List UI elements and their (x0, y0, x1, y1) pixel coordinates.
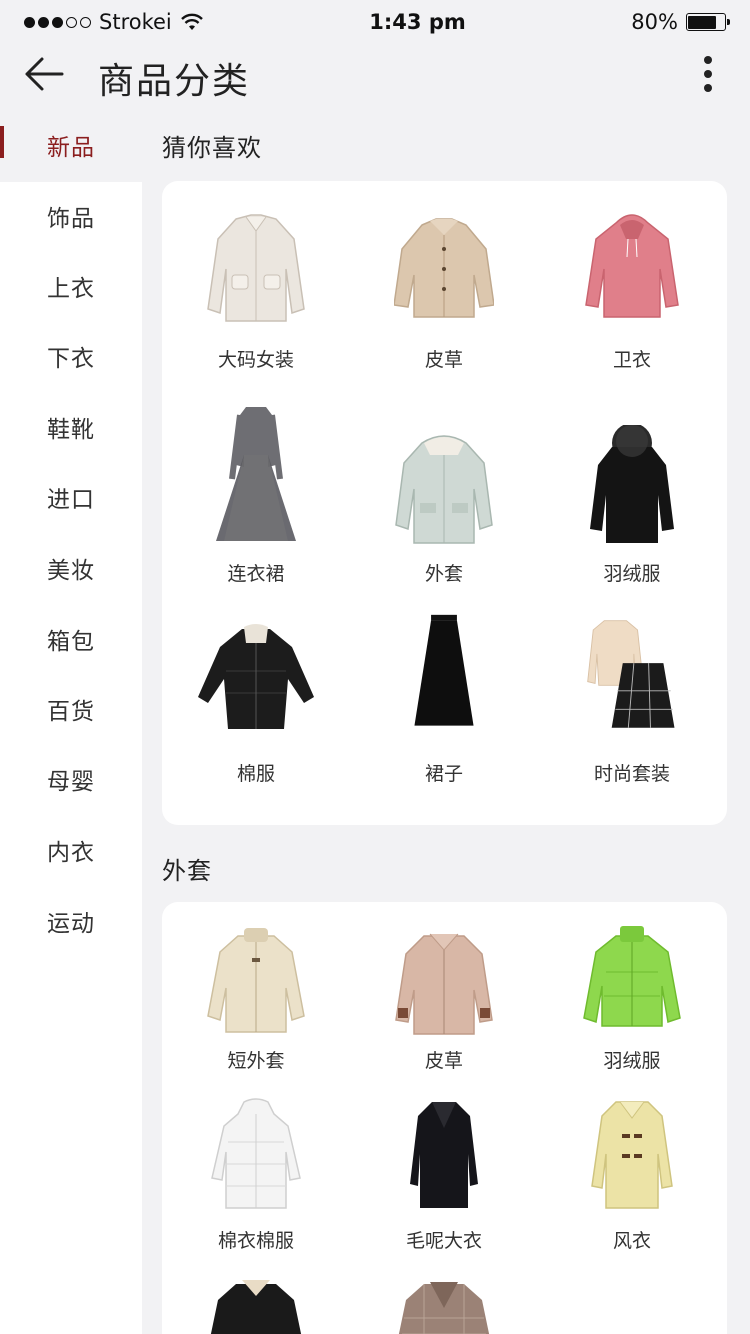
tile-label: 卫衣 (612, 349, 651, 371)
status-time: 1:43 pm (369, 10, 466, 34)
category-tile[interactable]: 棉衣棉服 (162, 1092, 350, 1272)
black-wool-coat-image (410, 1102, 478, 1208)
sidebar-item-new[interactable]: 新品 (0, 110, 142, 180)
battery-level (688, 15, 717, 29)
beige-fur-jacket-image (394, 218, 494, 318)
status-right: 80% (631, 10, 730, 34)
tile-label: 羽绒服 (603, 1050, 661, 1072)
recommended-card: 大码女装 皮草 卫衣 连衣裙 外套 羽绒服 棉服 裙子 时尚套装 (162, 181, 727, 825)
category-tile[interactable]: 外套 (350, 395, 538, 595)
carrier-name: Strokei (99, 10, 172, 34)
sidebar-item-shoes[interactable]: 鞋靴 (0, 392, 142, 462)
category-tile[interactable]: 羽绒服 (538, 902, 726, 1082)
black-skirt-image (414, 614, 474, 726)
category-tile[interactable]: 棉服 (162, 595, 350, 795)
pink-hoodie-image (585, 214, 679, 318)
category-tile[interactable]: 毛呢大衣 (350, 1092, 538, 1272)
sidebar-item-baby[interactable]: 母婴 (0, 744, 142, 814)
sidebar-item-tops[interactable]: 上衣 (0, 251, 142, 321)
category-tile[interactable]: 卫衣 (538, 181, 726, 381)
tile-label: 短外套 (227, 1050, 285, 1072)
tile-label: 裙子 (424, 763, 463, 785)
category-tile[interactable]: 大码女装 (162, 181, 350, 381)
category-tile[interactable]: 时尚套装 (538, 595, 726, 795)
category-tile[interactable]: 裙子 (350, 595, 538, 795)
tile-label: 棉服 (236, 763, 275, 785)
sidebar-item-imports[interactable]: 进口 (0, 462, 142, 532)
battery-icon (685, 13, 730, 31)
white-long-puffer-image (211, 1098, 301, 1209)
category-tile[interactable]: 皮草 (350, 181, 538, 381)
category-tile[interactable]: 短外套 (162, 902, 350, 1082)
sidebar-item-bottoms[interactable]: 下衣 (0, 321, 142, 391)
category-tile[interactable]: 风衣 (538, 1092, 726, 1272)
more-menu-icon[interactable] (702, 54, 714, 94)
cream-coat-image (207, 214, 305, 322)
sidebar-item-general[interactable]: 百货 (0, 674, 142, 744)
beige-trench-image (591, 1101, 673, 1209)
black-puffer-image (198, 624, 314, 729)
grey-dress-image (216, 407, 296, 541)
tile-label: 连衣裙 (227, 563, 285, 585)
outerwear-card: 短外套 皮草 羽绒服 棉衣棉服 毛呢大衣 风衣 (162, 902, 727, 1334)
sidebar-item-bags[interactable]: 箱包 (0, 604, 142, 674)
category-tile[interactable] (162, 1272, 350, 1334)
category-tile[interactable]: 连衣裙 (162, 395, 350, 595)
tile-label: 大码女装 (217, 349, 294, 371)
category-sidebar: 新品 饰品 上衣 下衣 鞋靴 进口 美妆 箱包 百货 母婴 内衣 运动 (0, 110, 142, 1334)
tile-label: 毛呢大衣 (405, 1230, 482, 1252)
cream-short-jacket-image (207, 928, 305, 1033)
tile-label: 皮草 (424, 1050, 463, 1072)
sidebar-item-beauty[interactable]: 美妆 (0, 533, 142, 603)
leather-jacket-image (210, 1280, 302, 1334)
sweater-skirt-set-image (587, 620, 675, 728)
tile-label: 棉衣棉服 (217, 1230, 294, 1252)
page-title: 商品分类 (98, 61, 251, 102)
battery-percent: 80% (631, 10, 678, 34)
sidebar-item-accessories[interactable]: 饰品 (0, 181, 142, 251)
mint-parka-image (395, 435, 493, 544)
category-tile[interactable]: 皮草 (350, 902, 538, 1082)
signal-icon (24, 16, 91, 28)
green-down-jacket-image (583, 926, 681, 1027)
tile-label: 时尚套装 (593, 763, 670, 785)
wifi-icon (180, 13, 203, 30)
category-tile[interactable]: 羽绒服 (538, 395, 726, 595)
pink-fur-coat-image (395, 933, 493, 1035)
tile-label: 羽绒服 (603, 563, 661, 585)
status-bar: Strokei 1:43 pm 80% (0, 0, 750, 44)
sidebar-item-sports[interactable]: 运动 (0, 886, 142, 956)
section-title-outerwear: 外套 (162, 857, 212, 885)
tile-label: 外套 (424, 563, 463, 585)
black-down-coat-image (590, 425, 674, 543)
category-tile[interactable] (350, 1272, 538, 1334)
back-arrow-icon[interactable] (22, 54, 66, 94)
status-left: Strokei (24, 10, 204, 34)
sidebar-item-underwear[interactable]: 内衣 (0, 815, 142, 885)
tile-label: 风衣 (612, 1230, 651, 1252)
plaid-blazer-image (398, 1282, 490, 1334)
section-title-recommended: 猜你喜欢 (162, 134, 262, 162)
tile-label: 皮草 (424, 349, 463, 371)
nav-bar: 商品分类 (0, 44, 750, 104)
